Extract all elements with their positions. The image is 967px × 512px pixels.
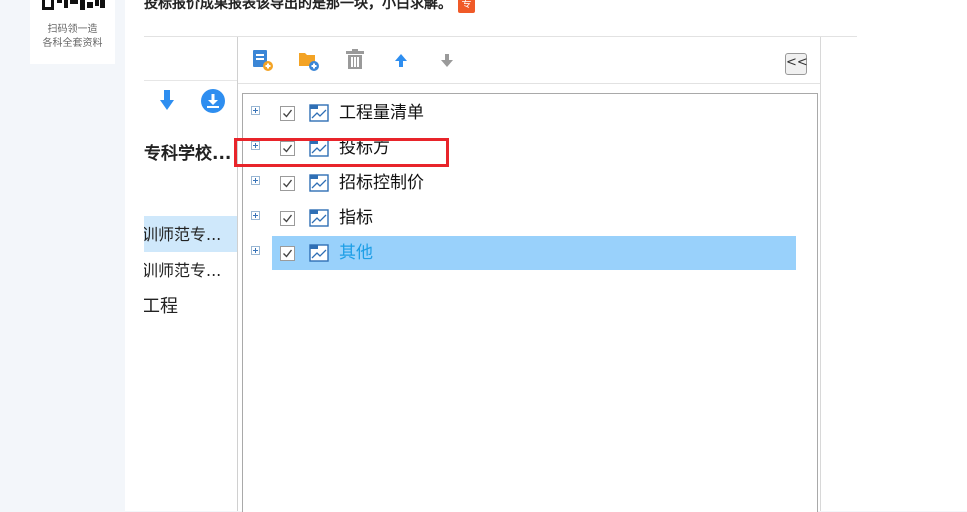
download-icon[interactable] — [201, 89, 225, 113]
tree-item-label: 招标控制价 — [339, 173, 424, 193]
left-panel-item-4[interactable]: 工程 — [144, 296, 178, 318]
tree-item-label: 其他 — [339, 243, 373, 263]
report-folder-icon — [309, 209, 329, 227]
move-up-icon[interactable] — [388, 47, 414, 73]
checkbox[interactable] — [280, 211, 295, 226]
move-down-icon[interactable] — [434, 47, 460, 73]
question-text: 投标报价成果报表该导出的是那一块，小白求解。专 — [144, 0, 475, 14]
left-panel-item-3[interactable]: 训师范专... — [144, 260, 221, 282]
tree-item-label: 指标 — [339, 208, 373, 228]
qr-card[interactable]: 扫码领一造 各科全套资料 — [30, 0, 115, 64]
report-folder-icon — [309, 244, 329, 262]
report-folder-icon — [309, 174, 329, 192]
expand-icon[interactable] — [251, 246, 260, 255]
left-panel: 专科学校... 训师范专... 训师范专... 工程 — [144, 37, 238, 511]
tree-item[interactable]: 工程量清单 — [243, 96, 817, 130]
post-body: 投标报价成果报表该导出的是那一块，小白求解。专 专科学校... 训师范专... … — [125, 0, 967, 512]
embedded-screenshot: 专科学校... 训师范专... 训师范专... 工程 << 工程量清单 投标方 … — [144, 37, 821, 512]
tree-item-selected[interactable]: 其他 — [243, 236, 817, 270]
checkbox[interactable] — [280, 106, 295, 121]
report-folder-icon — [309, 104, 329, 122]
tree-item[interactable]: 指标 — [243, 201, 817, 235]
toolbar: << — [238, 37, 820, 84]
expand-icon[interactable] — [251, 211, 260, 220]
red-highlight-box — [234, 138, 449, 167]
checkbox[interactable] — [280, 176, 295, 191]
delete-icon[interactable] — [342, 47, 368, 73]
left-panel-item-1[interactable]: 专科学校... — [144, 143, 231, 165]
expand-icon[interactable] — [251, 176, 260, 185]
checkbox[interactable] — [280, 246, 295, 261]
expand-icon[interactable] — [251, 106, 260, 115]
add-report-icon[interactable] — [250, 47, 276, 73]
question-title: 投标报价成果报表该导出的是那一块，小白求解。 — [144, 0, 452, 12]
qr-caption-line2: 各科全套资料 — [42, 38, 103, 49]
left-panel-topbar — [144, 37, 237, 81]
left-panel-item-2[interactable]: 训师范专... — [144, 224, 221, 246]
report-tree-panel: << 工程量清单 投标方 招标控制价 指标 其他 — [238, 37, 821, 512]
qr-caption-line1: 扫码领一造 — [47, 24, 98, 35]
add-folder-icon[interactable] — [296, 47, 322, 73]
collapse-button[interactable]: << — [785, 53, 808, 75]
qr-code-image — [40, 0, 106, 14]
arrow-down-icon[interactable] — [160, 90, 174, 112]
tree-item[interactable]: 招标控制价 — [243, 166, 817, 200]
qr-caption: 扫码领一造 各科全套资料 — [30, 23, 115, 51]
tag-badge[interactable]: 专 — [458, 0, 475, 13]
tree-item-label: 工程量清单 — [339, 103, 424, 123]
